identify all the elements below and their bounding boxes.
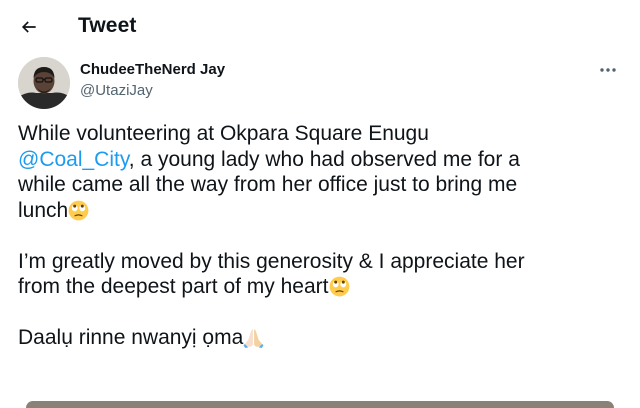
tweet-paragraph-3: Daalụ rinne nwanyị ọma [18, 325, 618, 351]
tweet-media-preview[interactable] [26, 401, 614, 408]
tweet-paragraph-2: I’m greatly moved by this generosity & I… [18, 249, 618, 300]
more-horizontal-icon [600, 68, 616, 72]
tweet-line: lunch [18, 198, 69, 222]
profile-photo [18, 57, 70, 109]
tweet-line: , a young lady who had observed me for a [128, 147, 520, 171]
mention-link[interactable]: @Coal_City [18, 148, 129, 171]
folded-hands-icon [243, 329, 264, 348]
tweet-paragraph-1: While volunteering at Okpara Square Enug… [18, 121, 618, 223]
avatar[interactable] [18, 57, 70, 109]
tweet-line: While volunteering at Okpara Square Enug… [18, 122, 429, 145]
arrow-left-icon [21, 21, 36, 33]
tweet-line: from the deepest part of my heart [18, 275, 329, 298]
face-with-rolling-eyes-icon [68, 200, 89, 220]
tweet-line: Daalụ rinne nwanyị ọma [18, 326, 244, 349]
author-handle[interactable]: @UtaziJay [80, 82, 153, 99]
back-button[interactable] [14, 12, 44, 42]
more-options-button[interactable] [594, 60, 622, 80]
page-title: Tweet [78, 14, 137, 37]
author-name[interactable]: ChudeeTheNerd Jay [80, 61, 225, 78]
face-with-rolling-eyes-icon [329, 276, 349, 297]
tweet-header: Tweet [0, 0, 640, 54]
tweet-line: while came all the way from her office j… [18, 173, 518, 196]
tweet-line: I’m greatly moved by this generosity & I… [18, 249, 525, 273]
tweet-text: While volunteering at Okpara Square Enug… [18, 121, 618, 351]
